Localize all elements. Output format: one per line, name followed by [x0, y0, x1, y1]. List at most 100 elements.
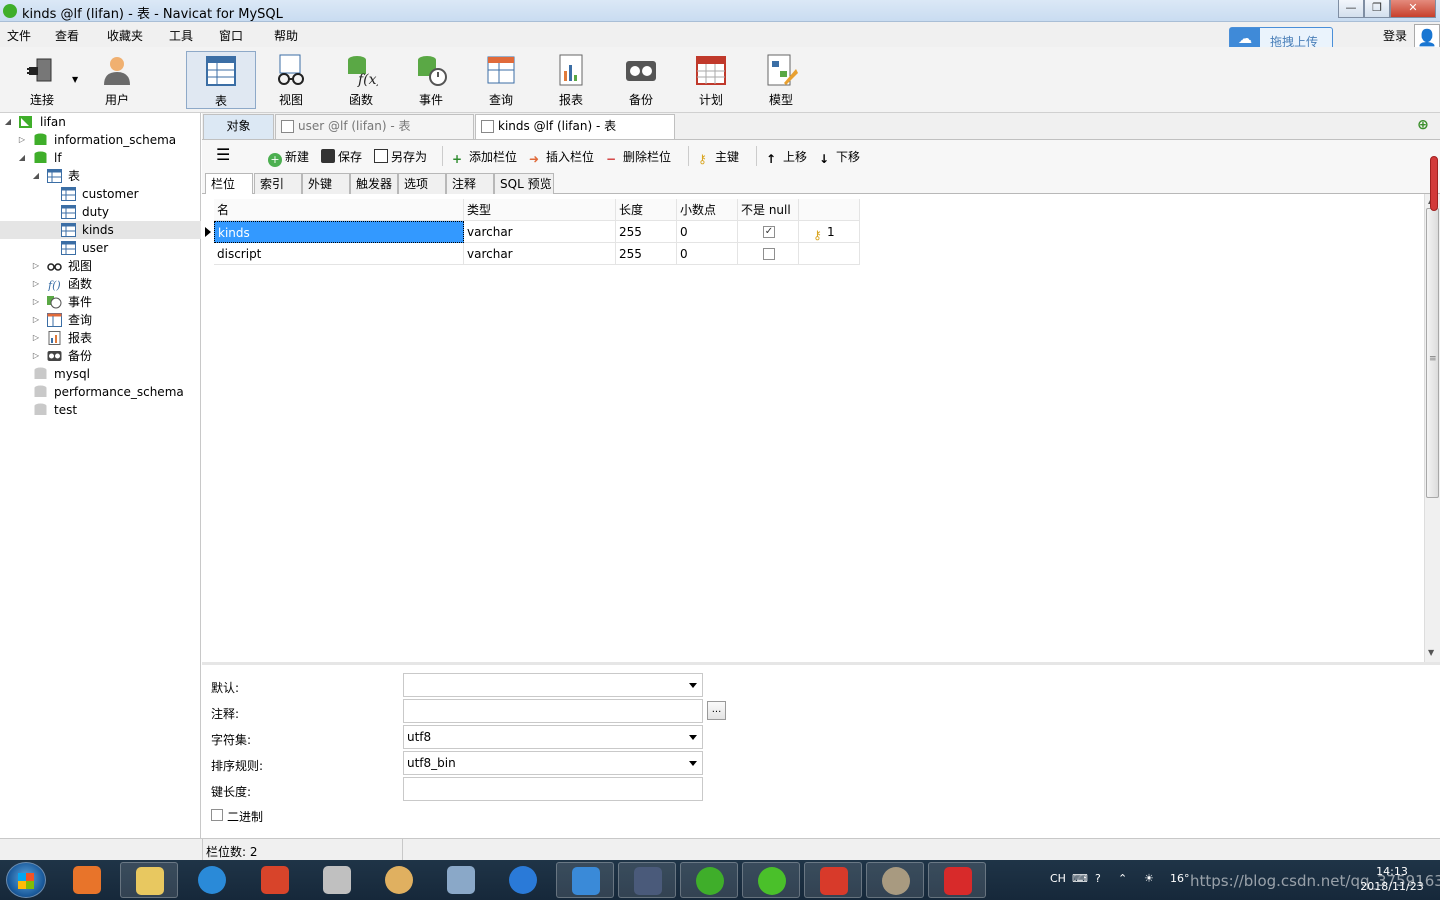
save-button[interactable]: 保存: [321, 148, 362, 165]
menu-help[interactable]: 帮助: [274, 27, 298, 44]
delete-column-button[interactable]: − 删除栏位: [606, 148, 671, 166]
login-link[interactable]: 登录: [1383, 27, 1407, 44]
field-decimals-cell[interactable]: 0: [677, 221, 738, 243]
key-length-input[interactable]: [403, 777, 703, 801]
column-header-not-null[interactable]: 不是 null: [738, 199, 799, 221]
save-as-button[interactable]: 另存为: [374, 148, 427, 165]
field-length-cell[interactable]: 255: [616, 221, 677, 243]
tab-fields[interactable]: 栏位: [205, 173, 253, 195]
comment-input[interactable]: [403, 699, 703, 723]
tree-item-functions[interactable]: ▷ f() 函数: [0, 275, 201, 293]
menu-view[interactable]: 查看: [55, 27, 79, 44]
scrollbar-thumb[interactable]: [1426, 208, 1439, 498]
tree-collapse-arrow-icon[interactable]: ▷: [31, 293, 41, 311]
taskbar-paint[interactable]: [370, 862, 428, 898]
toolbar-user-button[interactable]: 用户: [85, 51, 149, 109]
taskbar-hot-news[interactable]: [928, 862, 986, 898]
tree-item-test[interactable]: test: [0, 401, 201, 419]
toolbar-backup-button[interactable]: 备份: [609, 51, 673, 109]
field-type-cell[interactable]: varchar: [464, 221, 616, 243]
connection-dropdown-icon[interactable]: ▼: [72, 75, 78, 84]
weather-sun-icon[interactable]: ☀: [1144, 872, 1154, 885]
tree-item-performance-schema[interactable]: performance_schema: [0, 383, 201, 401]
move-up-button[interactable]: ↑ 上移: [766, 148, 807, 166]
charset-select[interactable]: utf8: [403, 725, 703, 749]
binary-checkbox[interactable]: [211, 809, 223, 821]
toolbar-query-button[interactable]: 查询: [469, 51, 533, 109]
move-down-button[interactable]: ↓ 下移: [819, 148, 860, 166]
field-key-cell[interactable]: [799, 243, 860, 265]
taskbar-wechat[interactable]: [742, 862, 800, 898]
help-icon[interactable]: ?: [1095, 872, 1101, 885]
collation-select[interactable]: utf8_bin: [403, 751, 703, 775]
taskbar-snipping-tool[interactable]: [308, 862, 366, 898]
field-name-cell[interactable]: kinds: [214, 221, 464, 243]
tree-item-user[interactable]: user: [0, 239, 201, 257]
tree-expand-arrow-icon[interactable]: ◢: [17, 149, 27, 167]
toolbar-table-button[interactable]: 表: [186, 51, 256, 109]
tree-expand-arrow-icon[interactable]: ◢: [31, 167, 41, 185]
field-not-null-cell[interactable]: ✓: [738, 221, 799, 243]
tab-triggers[interactable]: 触发器: [350, 173, 398, 194]
column-header-type[interactable]: 类型: [464, 199, 616, 221]
tab-sql-preview[interactable]: SQL 预览: [494, 173, 554, 194]
taskbar-eclipse[interactable]: [618, 862, 676, 898]
taskbar-photos[interactable]: [866, 862, 924, 898]
toolbar-schedule-button[interactable]: 计划: [679, 51, 743, 109]
menu-tools[interactable]: 工具: [169, 27, 193, 44]
close-button[interactable]: ✕: [1390, 0, 1436, 18]
taskbar-baidu-netdisk[interactable]: [556, 862, 614, 898]
tree-collapse-arrow-icon[interactable]: ▷: [31, 329, 41, 347]
toolbar-report-button[interactable]: 报表: [539, 51, 603, 109]
toolbar-model-button[interactable]: 模型: [749, 51, 813, 109]
hamburger-menu-icon[interactable]: ☰: [216, 145, 230, 164]
tree-item-queries[interactable]: ▷ 查询: [0, 311, 201, 329]
taskbar-file-explorer[interactable]: [120, 862, 178, 898]
default-select[interactable]: [403, 673, 703, 697]
tree-item-customer[interactable]: customer: [0, 185, 201, 203]
tree-item-duty[interactable]: duty: [0, 203, 201, 221]
tree-item-mysql[interactable]: mysql: [0, 365, 201, 383]
taskbar-office[interactable]: [246, 862, 304, 898]
field-key-cell[interactable]: ⚷ 1: [799, 221, 860, 243]
field-not-null-cell[interactable]: [738, 243, 799, 265]
tree-item-events[interactable]: ▷ 事件: [0, 293, 201, 311]
column-header-decimals[interactable]: 小数点: [677, 199, 738, 221]
grid-vertical-scrollbar[interactable]: ▲ ≡ ▼: [1424, 194, 1440, 662]
comment-editor-button[interactable]: ...: [707, 701, 726, 720]
tree-collapse-arrow-icon[interactable]: ▷: [31, 257, 41, 275]
tree-item-reports[interactable]: ▷ 报表: [0, 329, 201, 347]
field-length-cell[interactable]: 255: [616, 243, 677, 265]
tab-objects[interactable]: 对象: [203, 114, 274, 139]
ime-indicator[interactable]: CH: [1050, 872, 1066, 885]
column-header-length[interactable]: 长度: [616, 199, 677, 221]
not-null-checkbox[interactable]: ✓: [763, 226, 775, 238]
new-tab-plus-icon[interactable]: ⊕: [1414, 117, 1432, 135]
start-button[interactable]: [6, 862, 46, 898]
insert-column-button[interactable]: ➜ 插入栏位: [529, 148, 594, 166]
tree-item-lf[interactable]: ◢ lf: [0, 149, 201, 167]
tree-item-kinds[interactable]: kinds: [0, 221, 201, 239]
tree-expand-arrow-icon[interactable]: ◢: [3, 113, 13, 131]
tab-indexes[interactable]: 索引: [254, 173, 302, 194]
tab-comment[interactable]: 注释: [446, 173, 494, 194]
taskbar-navicat[interactable]: [680, 862, 738, 898]
tab-kinds-table[interactable]: kinds @lf (lifan) - 表: [475, 114, 675, 139]
maximize-button[interactable]: ❐: [1364, 0, 1390, 18]
toolbar-connection-button[interactable]: 连接: [10, 51, 74, 109]
tree-collapse-arrow-icon[interactable]: ▷: [31, 275, 41, 293]
minimize-button[interactable]: —: [1338, 0, 1364, 18]
tree-collapse-arrow-icon[interactable]: ▷: [17, 131, 27, 149]
tab-foreign-keys[interactable]: 外键: [302, 173, 350, 194]
menu-favorites[interactable]: 收藏夹: [107, 27, 143, 44]
taskbar-wps[interactable]: [804, 862, 862, 898]
tray-expand-icon[interactable]: ⌃: [1118, 872, 1127, 885]
taskbar-internet-explorer[interactable]: [183, 862, 241, 898]
side-indicator-slider[interactable]: [1430, 156, 1438, 211]
toolbar-function-button[interactable]: f(x) 函数: [329, 51, 393, 109]
scroll-down-arrow-icon[interactable]: ▼: [1428, 648, 1434, 657]
tree-collapse-arrow-icon[interactable]: ▷: [31, 347, 41, 365]
column-header-name[interactable]: 名: [214, 199, 464, 221]
taskbar-calculator[interactable]: [432, 862, 490, 898]
keyboard-icon[interactable]: ⌨: [1072, 872, 1088, 885]
